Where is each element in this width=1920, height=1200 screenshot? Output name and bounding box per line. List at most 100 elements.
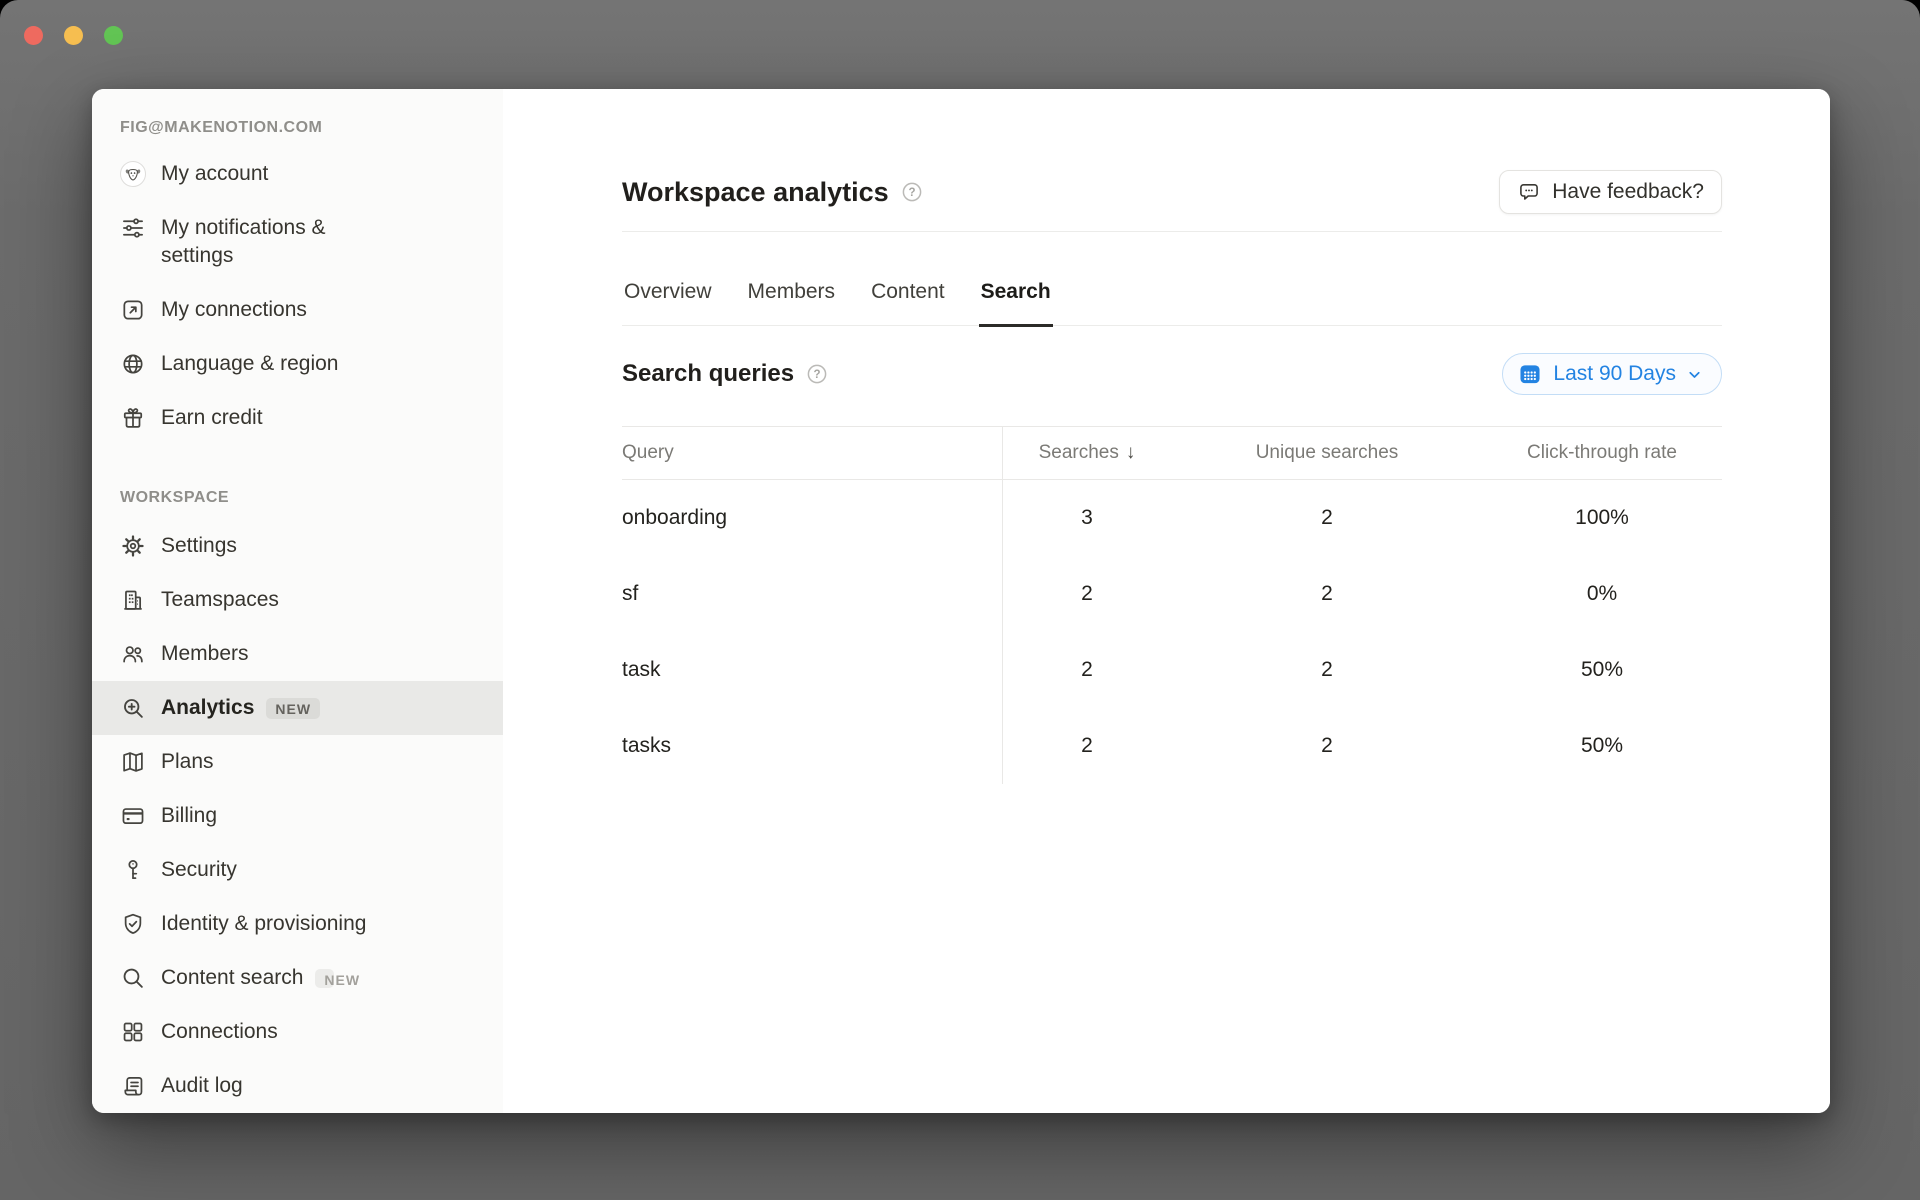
map-icon <box>120 749 146 775</box>
have-feedback-label: Have feedback? <box>1552 180 1704 204</box>
svg-text:?: ? <box>814 369 821 381</box>
sidebar-item-label: My account <box>161 160 268 188</box>
sidebar-item-label: Earn credit <box>161 404 263 432</box>
table-row[interactable]: tasks 2 2 50% <box>622 708 1722 784</box>
grid-icon <box>120 1019 146 1045</box>
tab-overview[interactable]: Overview <box>622 260 714 327</box>
user-avatar <box>120 161 146 187</box>
sidebar-item-label: Teamspaces <box>161 586 279 614</box>
sidebar-item-label: Plans <box>161 748 214 776</box>
settings-dialog: FIG@MAKENOTION.COM My account <box>92 89 1830 1113</box>
sidebar-item-label: Content search <box>161 964 303 992</box>
desktop-background: FIG@MAKENOTION.COM My account <box>0 0 1920 1200</box>
ctr-cell: 100% <box>1482 506 1722 530</box>
sidebar-item-label: My connections <box>161 296 307 324</box>
sidebar-item-label: Security <box>161 856 237 884</box>
query-cell: onboarding <box>622 506 1002 530</box>
sidebar-item-members[interactable]: Members <box>92 627 503 681</box>
key-icon <box>120 857 146 883</box>
svg-text:?: ? <box>908 187 915 199</box>
sidebar-item-teamspaces[interactable]: Teamspaces <box>92 573 503 627</box>
sidebar-item-label: Billing <box>161 802 217 830</box>
column-header-query[interactable]: Query <box>622 442 1002 464</box>
unique-searches-cell: 2 <box>1172 582 1482 606</box>
unique-searches-cell: 2 <box>1172 734 1482 758</box>
searches-cell: 3 <box>1002 506 1172 530</box>
sidebar-item-notifications-settings[interactable]: My notifications & settings <box>92 201 503 283</box>
ctr-cell: 0% <box>1482 582 1722 606</box>
column-header-click-through-rate[interactable]: Click-through rate <box>1482 442 1722 464</box>
people-icon <box>120 641 146 667</box>
new-badge: NEW <box>315 969 334 988</box>
sidebar-item-label: My notifications & settings <box>161 214 386 270</box>
title-divider <box>622 231 1722 232</box>
page-title: Workspace analytics <box>622 177 889 208</box>
globe-icon <box>120 351 146 377</box>
sidebar-item-label: Connections <box>161 1018 278 1046</box>
query-cell: task <box>622 658 1002 682</box>
section-title: Search queries <box>622 360 794 388</box>
scroll-icon <box>120 1073 146 1099</box>
help-icon[interactable]: ? <box>901 181 923 203</box>
sidebar-item-label: Members <box>161 640 249 668</box>
column-header-searches[interactable]: Searches↓ <box>1002 442 1172 464</box>
sidebar-item-connections[interactable]: Connections <box>92 1005 503 1059</box>
query-cell: sf <box>622 582 1002 606</box>
sidebar-item-identity-provisioning[interactable]: Identity & provisioning <box>92 897 503 951</box>
building-icon <box>120 587 146 613</box>
ctr-cell: 50% <box>1482 658 1722 682</box>
searches-cell: 2 <box>1002 582 1172 606</box>
tab-content[interactable]: Content <box>869 260 947 327</box>
column-header-unique-searches[interactable]: Unique searches <box>1172 442 1482 464</box>
gear-icon <box>120 533 146 559</box>
query-cell: tasks <box>622 734 1002 758</box>
settings-sidebar: FIG@MAKENOTION.COM My account <box>92 89 503 1113</box>
sidebar-item-label: Audit log <box>161 1072 243 1100</box>
tab-members[interactable]: Members <box>746 260 838 327</box>
ctr-cell: 50% <box>1482 734 1722 758</box>
sidebar-item-plans[interactable]: Plans <box>92 735 503 789</box>
table-header-row: Query Searches↓ Unique searches Click-th… <box>622 426 1722 480</box>
sidebar-item-label: Identity & provisioning <box>161 910 366 938</box>
analytics-tabs: Overview Members Content Search <box>622 260 1722 326</box>
new-badge: NEW <box>266 698 320 719</box>
unique-searches-cell: 2 <box>1172 658 1482 682</box>
table-row[interactable]: sf 2 2 0% <box>622 556 1722 632</box>
sidebar-item-label: Analytics <box>161 694 254 722</box>
zoom-window-button[interactable] <box>104 26 123 45</box>
sidebar-item-my-account[interactable]: My account <box>92 147 503 201</box>
sidebar-item-my-connections[interactable]: My connections <box>92 283 503 337</box>
sidebar-item-label: Settings <box>161 532 237 560</box>
sidebar-item-billing[interactable]: Billing <box>92 789 503 843</box>
sidebar-item-earn-credit[interactable]: Earn credit <box>92 391 503 445</box>
sidebar-item-audit-log[interactable]: Audit log <box>92 1059 503 1113</box>
date-range-dropdown[interactable]: Last 90 Days <box>1502 353 1722 395</box>
sidebar-item-language-region[interactable]: Language & region <box>92 337 503 391</box>
calendar-icon <box>1517 361 1543 387</box>
magnifier-icon <box>120 965 146 991</box>
table-row[interactable]: task 2 2 50% <box>622 632 1722 708</box>
account-email-header: FIG@MAKENOTION.COM <box>92 89 503 147</box>
analytics-main-panel: Workspace analytics ? <box>503 89 1830 1113</box>
sidebar-item-security[interactable]: Security <box>92 843 503 897</box>
tab-search[interactable]: Search <box>979 260 1053 327</box>
search-queries-table: Query Searches↓ Unique searches Click-th… <box>622 426 1722 784</box>
sidebar-item-content-search[interactable]: Content search NEW <box>92 951 503 1005</box>
speech-bubble-icon <box>1517 180 1541 204</box>
arrow-up-right-box-icon <box>120 297 146 323</box>
table-column-divider <box>1002 426 1003 784</box>
help-icon[interactable]: ? <box>806 363 828 385</box>
shield-check-icon <box>120 911 146 937</box>
window-controls <box>24 26 123 45</box>
minimize-window-button[interactable] <box>64 26 83 45</box>
sliders-icon <box>120 215 146 241</box>
searches-cell: 2 <box>1002 734 1172 758</box>
magnifier-plus-icon <box>120 695 146 721</box>
sidebar-item-analytics[interactable]: Analytics NEW <box>92 681 503 735</box>
table-row[interactable]: onboarding 3 2 100% <box>622 480 1722 556</box>
have-feedback-button[interactable]: Have feedback? <box>1499 170 1722 214</box>
chevron-down-icon <box>1686 366 1703 383</box>
sidebar-item-settings[interactable]: Settings <box>92 519 503 573</box>
close-window-button[interactable] <box>24 26 43 45</box>
date-range-label: Last 90 Days <box>1553 362 1676 386</box>
